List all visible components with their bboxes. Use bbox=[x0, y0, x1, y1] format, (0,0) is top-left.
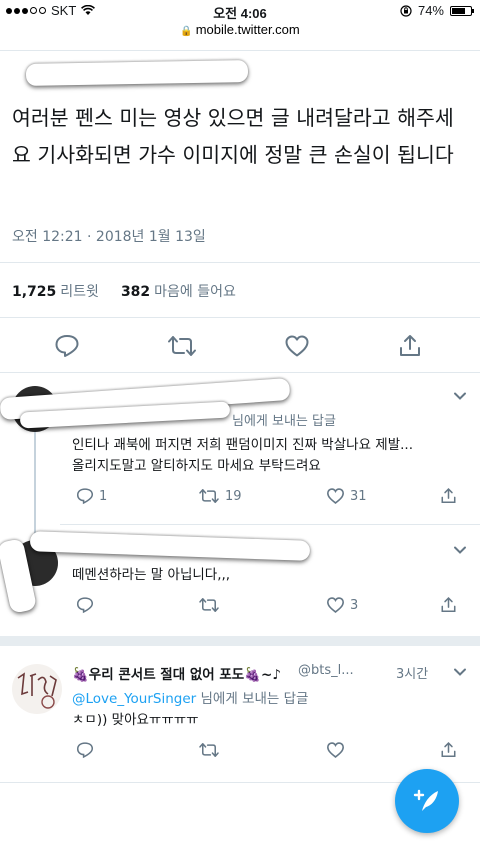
reply-icon bbox=[55, 335, 79, 357]
heart-icon bbox=[285, 335, 309, 357]
retweet-button[interactable] bbox=[198, 596, 225, 614]
reply-actions: 3 bbox=[70, 596, 470, 618]
reply-button[interactable] bbox=[76, 741, 94, 759]
url-text: mobile.twitter.com bbox=[195, 22, 300, 37]
tweet-stats: 1,725 리트윗 382 마음에 들어요 bbox=[12, 281, 236, 301]
reply-time[interactable]: 3시간 bbox=[396, 663, 428, 682]
divider bbox=[60, 524, 480, 525]
redacted-author-name bbox=[25, 60, 249, 86]
reply-text: 인티나 괘북에 퍼지면 저희 팬덤이미지 진짜 박살나요 제발... 올리지도말… bbox=[72, 437, 413, 474]
like-button[interactable]: 3 bbox=[326, 596, 358, 614]
like-button[interactable] bbox=[326, 741, 345, 759]
heart-icon bbox=[327, 597, 344, 613]
share-icon bbox=[441, 596, 456, 612]
chevron-down-icon[interactable] bbox=[452, 664, 468, 680]
compose-button[interactable] bbox=[395, 769, 459, 833]
chevron-down-icon[interactable] bbox=[452, 388, 468, 404]
tweet-text: 여러분 펜스 미는 영상 있으면 글 내려달라고 해주세요 기사화되면 가수 이… bbox=[12, 106, 454, 167]
redacted-reply-author bbox=[29, 531, 311, 561]
compose-icon bbox=[413, 789, 438, 811]
divider bbox=[0, 50, 480, 51]
tweet-actions bbox=[0, 329, 480, 363]
retweet-button[interactable]: 19 bbox=[198, 487, 242, 505]
avatar[interactable] bbox=[12, 664, 62, 714]
share-button[interactable] bbox=[393, 329, 427, 363]
like-stat[interactable]: 382 마음에 들어요 bbox=[121, 281, 236, 301]
rotation-lock-icon bbox=[400, 4, 412, 17]
thread-line bbox=[34, 432, 36, 540]
share-button[interactable] bbox=[440, 487, 457, 505]
share-icon bbox=[441, 741, 456, 757]
address-bar[interactable]: 🔒 mobile.twitter.com bbox=[0, 22, 480, 42]
reply-button[interactable] bbox=[50, 329, 84, 363]
retweet-icon bbox=[199, 598, 219, 612]
like-button[interactable]: 31 bbox=[326, 487, 367, 505]
battery-percent: 74% bbox=[417, 3, 444, 18]
heart-icon bbox=[327, 488, 344, 504]
reply-author-handle[interactable]: @bts_l... bbox=[298, 663, 354, 678]
reply-text: 떼멘션하라는 말 아닙니다,,, bbox=[72, 567, 231, 583]
reply-icon bbox=[76, 597, 94, 614]
reply-author-name[interactable]: 🍇우리 콘서트 절대 없어 포도🍇~♪ bbox=[72, 663, 281, 683]
share-icon bbox=[441, 487, 456, 503]
retweet-button[interactable] bbox=[198, 741, 220, 759]
divider bbox=[0, 372, 480, 373]
divider bbox=[0, 317, 480, 318]
retweet-button[interactable] bbox=[165, 329, 199, 363]
replying-to-label: 님에게 보내는 답글 bbox=[232, 414, 336, 429]
heart-icon bbox=[327, 742, 344, 758]
replying-to-label: 님에게 보내는 답글 bbox=[200, 691, 309, 707]
like-count: 31 bbox=[350, 488, 367, 504]
chevron-down-icon[interactable] bbox=[452, 542, 468, 558]
share-button[interactable] bbox=[440, 596, 457, 614]
retweet-icon bbox=[199, 489, 219, 503]
avatar-drawing bbox=[17, 672, 57, 709]
reply-count: 1 bbox=[99, 488, 108, 504]
reply-icon bbox=[76, 742, 94, 759]
retweet-icon bbox=[168, 336, 196, 356]
battery-icon bbox=[450, 5, 474, 16]
lock-icon: 🔒 bbox=[180, 26, 193, 37]
like-button[interactable] bbox=[280, 329, 314, 363]
retweet-icon bbox=[199, 743, 219, 757]
tweet-timestamp[interactable]: 오전 12:21 · 2018년 1월 13일 bbox=[12, 226, 206, 246]
like-count: 3 bbox=[350, 597, 359, 613]
divider bbox=[0, 262, 480, 263]
replying-to: @Love_YourSinger 님에게 보내는 답글 bbox=[72, 687, 308, 707]
retweet-stat[interactable]: 1,725 리트윗 bbox=[12, 281, 99, 301]
retweet-count: 19 bbox=[225, 488, 242, 504]
reply-text: ㅊㅁ)) 맞아요ㅠㅠㅠㅠ bbox=[72, 712, 199, 728]
reply-actions: 1 19 31 bbox=[70, 487, 470, 509]
reply-actions bbox=[70, 741, 470, 763]
reply-button[interactable] bbox=[76, 596, 99, 614]
share-icon bbox=[400, 335, 420, 356]
status-bar: SKT 오전 4:06 74% bbox=[0, 0, 480, 22]
section-separator bbox=[0, 636, 480, 646]
reply-button[interactable]: 1 bbox=[76, 487, 107, 505]
share-button[interactable] bbox=[440, 741, 457, 759]
mention-link[interactable]: @Love_YourSinger bbox=[72, 691, 196, 707]
reply-icon bbox=[76, 488, 94, 505]
